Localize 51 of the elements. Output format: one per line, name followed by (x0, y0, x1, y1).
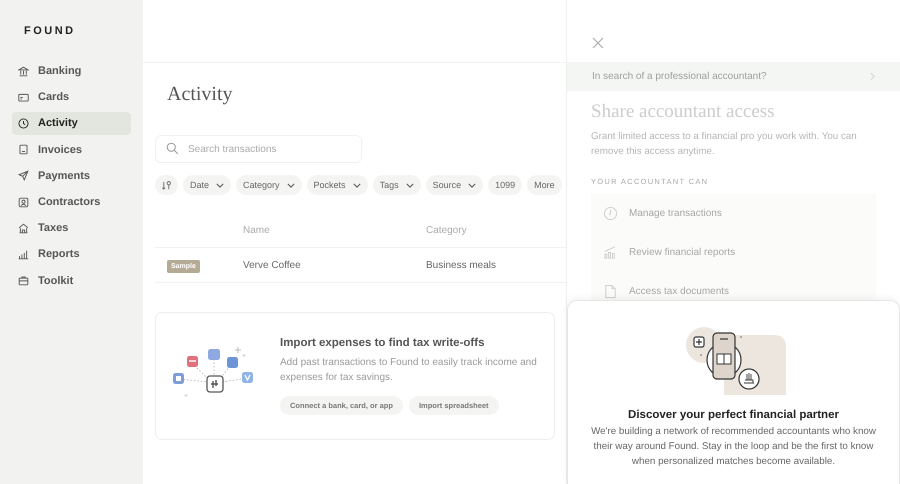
chevron-down-icon (352, 182, 361, 188)
sort-icon (161, 180, 172, 190)
card-title: Import expenses to find tax write-offs (280, 337, 486, 349)
sidebar-item[interactable]: Toolkit (12, 270, 131, 292)
sidebar-item[interactable]: Taxes (12, 217, 131, 240)
close-icon[interactable] (592, 37, 604, 49)
page-title: Activity (167, 83, 233, 106)
bar-chart-icon (18, 248, 29, 260)
sidebar-item[interactable]: Activity (12, 112, 131, 135)
document-icon (603, 284, 618, 299)
column-header: Name (243, 224, 271, 236)
filter-dropdown[interactable]: Category (236, 175, 302, 195)
popup-description: We're building a network of recommended accountants who know their way around Found. Stay in the loop and be the first to know when personalized matches become available. (590, 425, 877, 469)
search-icon (166, 142, 179, 155)
clock-icon (603, 206, 618, 221)
chart-icon (603, 245, 618, 260)
sidebar-item[interactable]: Invoices (12, 138, 131, 161)
column-header: Category (426, 224, 467, 236)
filter-dropdown[interactable]: 1099 (488, 175, 522, 195)
drawer-description: Grant limited access to a financial pro you work with. You can remove this access anytime. (591, 130, 858, 159)
sidebar-item[interactable]: Reports (12, 243, 131, 266)
chevron-down-icon (468, 182, 476, 188)
chevron-down-icon (406, 182, 414, 188)
briefcase-icon (18, 275, 29, 286)
sidebar-item[interactable]: Payments (12, 164, 131, 187)
permission-label: Access tax documents (629, 286, 730, 297)
chevron-right-icon (870, 72, 875, 81)
chevron-down-icon (286, 182, 295, 188)
popup-title: Discover your perfect financial partner (628, 409, 839, 421)
card-icon (18, 92, 29, 103)
send-icon (18, 170, 29, 182)
table-cell-text: Verve Coffee (243, 260, 302, 270)
filter-dropdown[interactable]: Date (183, 175, 232, 195)
bank-icon (18, 66, 29, 77)
person-badge-icon (18, 196, 29, 208)
filter-dropdown[interactable]: Pockets (306, 175, 368, 195)
table-cell: Business meals (426, 260, 496, 270)
filter-dropdown[interactable]: Source (426, 175, 484, 195)
sidebar-item[interactable]: Cards (12, 86, 131, 108)
sidebar-item[interactable]: Contractors (12, 190, 131, 214)
search-field[interactable]: Search transactions (155, 135, 362, 163)
sort-button[interactable] (155, 175, 178, 195)
sidebar-item[interactable]: Banking (12, 60, 131, 82)
card-description: Add past transactions to Found to easily track income and expenses for tax savings. (280, 356, 538, 385)
filter-dropdown[interactable]: More (527, 175, 562, 195)
clock-icon (18, 118, 29, 129)
filter-dropdown[interactable]: Tags (372, 175, 421, 195)
permission-label: Manage transactions (629, 208, 722, 219)
chevron-down-icon (216, 182, 224, 188)
brand-logo: FOUND (24, 25, 76, 37)
permission-label: Review financial reports (629, 247, 736, 258)
